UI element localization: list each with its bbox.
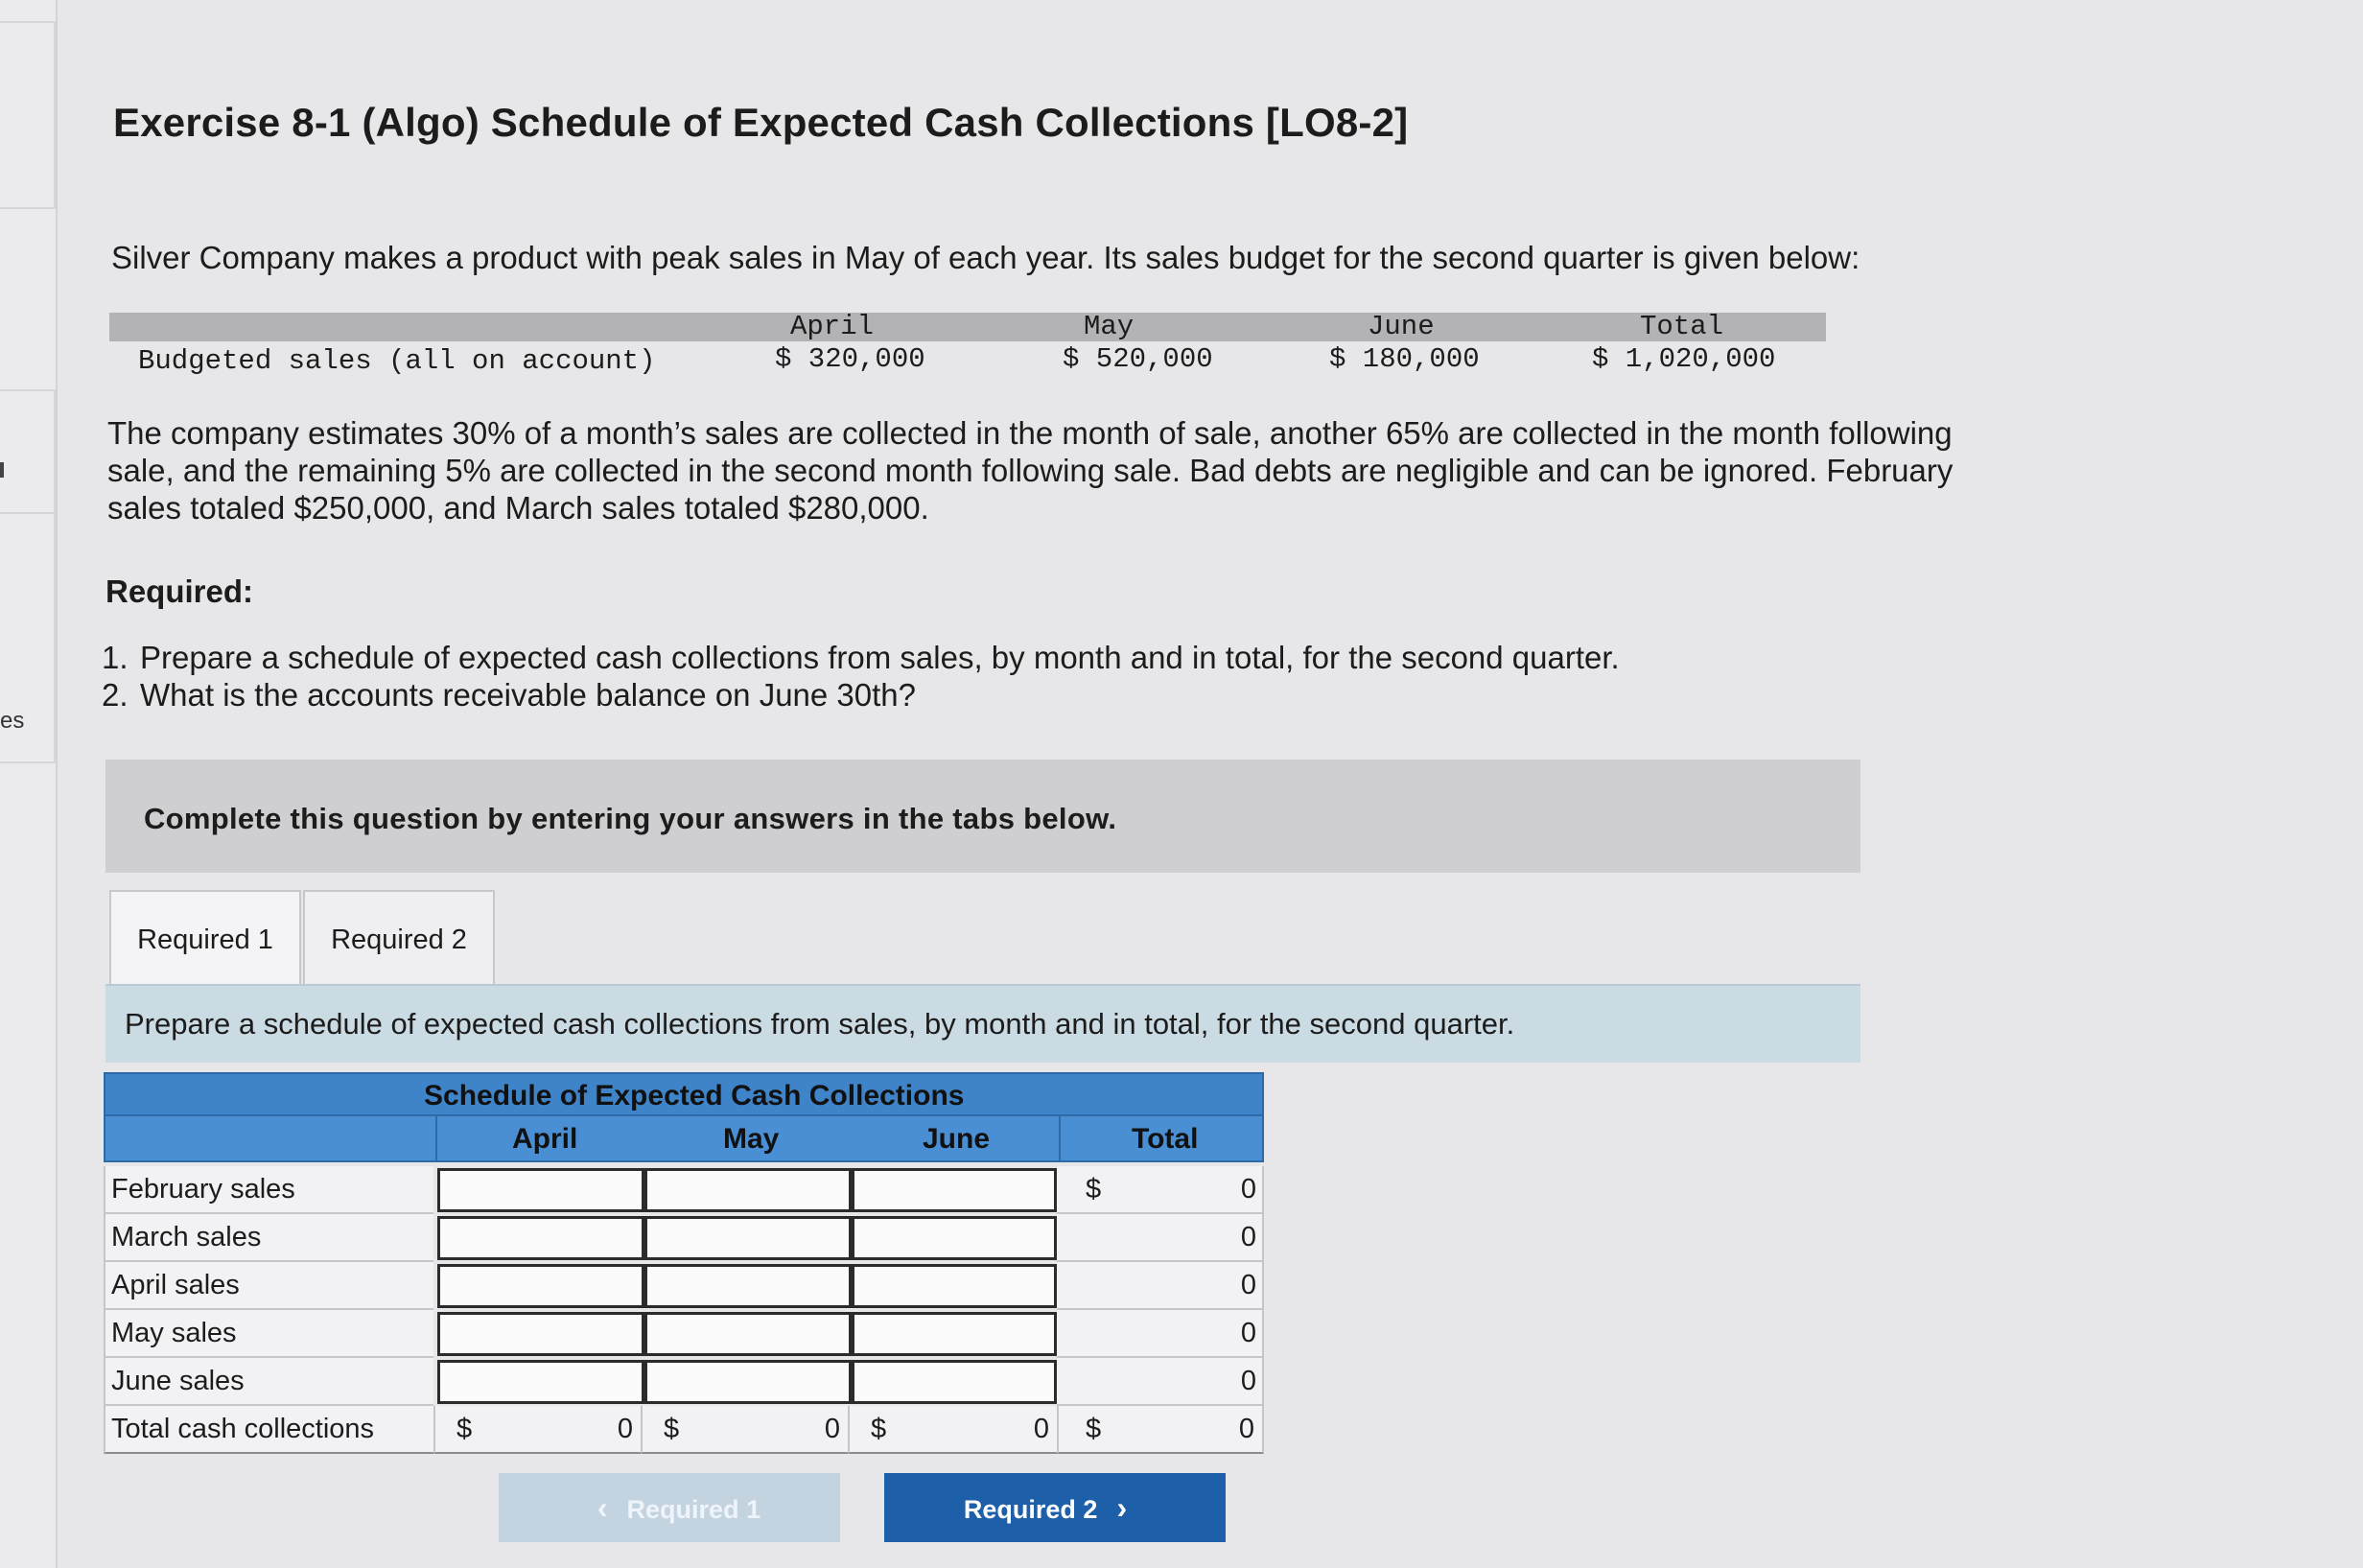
sidebar-panel [0, 21, 56, 209]
chevron-left-icon: ‹ [597, 1490, 608, 1525]
next-button-label: Required 2 [963, 1495, 1098, 1524]
table-row-june: June sales 0 [104, 1358, 1264, 1406]
total-value: 0 [1240, 1270, 1256, 1300]
march-may-input[interactable] [644, 1216, 852, 1260]
april-total: 0 [1057, 1262, 1264, 1310]
budget-total-value: $ 1,020,000 [1592, 343, 1776, 375]
instructions-text: Complete this question by entering your … [144, 802, 1117, 835]
budget-row-label: Budgeted sales (all on account) [138, 345, 656, 377]
sidebar-panel [0, 389, 56, 516]
tab-required-2[interactable]: Required 2 [303, 890, 495, 988]
schedule-title: Schedule of Expected Cash Collections [424, 1080, 965, 1112]
required-item-text: Prepare a schedule of expected cash coll… [140, 640, 1620, 675]
budget-col-may: May [1084, 311, 1135, 342]
budget-june-value: $ 180,000 [1329, 343, 1480, 375]
total-may: $ 0 [641, 1406, 848, 1454]
april-april-input[interactable] [437, 1264, 644, 1308]
total-value: 0 [1238, 1414, 1254, 1444]
previous-button-label: Required 1 [626, 1495, 761, 1524]
may-april-input[interactable] [437, 1312, 644, 1356]
intro-text: Silver Company makes a product with peak… [111, 240, 1860, 275]
collection-description: The company estimates 30% of a month’s s… [107, 415, 1954, 526]
row-label: February sales [104, 1166, 433, 1214]
sidebar-label: es [0, 708, 25, 734]
march-april-input[interactable] [437, 1216, 644, 1260]
budget-col-total: Total [1640, 311, 1724, 342]
currency-symbol: $ [1086, 1174, 1102, 1205]
total-value: 0 [824, 1414, 840, 1444]
total-value: 0 [1033, 1414, 1049, 1444]
tab-required-1[interactable]: Required 1 [109, 890, 301, 990]
table-row-april: April sales 0 [104, 1262, 1264, 1310]
may-may-input[interactable] [644, 1312, 852, 1356]
march-june-input[interactable] [852, 1216, 1057, 1260]
june-april-input[interactable] [437, 1360, 644, 1404]
february-may-input[interactable] [644, 1168, 852, 1212]
required-item-1: 1. Prepare a schedule of expected cash co… [102, 639, 1620, 676]
table-row-february: February sales $ 0 [104, 1166, 1264, 1214]
february-june-input[interactable] [852, 1168, 1057, 1212]
required-heading: Required: [105, 573, 254, 609]
chevron-right-icon: › [1116, 1490, 1128, 1525]
row-label: March sales [104, 1214, 433, 1262]
column-divider [435, 1116, 437, 1160]
total-value: 0 [1240, 1318, 1256, 1348]
april-june-input[interactable] [852, 1264, 1057, 1308]
schedule-title-bar: Schedule of Expected Cash Collections [104, 1072, 1264, 1116]
required-item-text: What is the accounts receivable balance … [140, 677, 917, 713]
required-item-number: 2. [102, 677, 129, 713]
required-item-number: 1. [102, 640, 129, 675]
sales-budget-table: April May June Total Budgeted sales (all… [109, 311, 1826, 377]
budget-header-bar [109, 313, 1826, 341]
row-label: April sales [104, 1262, 433, 1310]
page-title: Exercise 8-1 (Algo) Schedule of Expected… [113, 100, 1409, 145]
may-june-input[interactable] [852, 1312, 1057, 1356]
next-button[interactable]: Required 2 › [884, 1473, 1226, 1542]
june-may-input[interactable] [644, 1360, 852, 1404]
col-header-total: Total [1132, 1123, 1199, 1155]
february-total: $ 0 [1057, 1166, 1264, 1214]
required-item-2: 2. What is the accounts receivable balanc… [102, 676, 1620, 714]
june-total: 0 [1057, 1358, 1264, 1406]
total-value: 0 [1240, 1366, 1256, 1396]
budget-april-value: $ 320,000 [775, 343, 925, 375]
tab-prompt-text: Prepare a schedule of expected cash coll… [125, 1007, 1515, 1041]
budget-col-april: April [790, 311, 875, 342]
budget-may-value: $ 520,000 [1063, 343, 1213, 375]
left-sidebar [0, 0, 58, 1568]
total-value: 0 [1240, 1222, 1256, 1252]
schedule-column-headers: April May June Total [104, 1116, 1264, 1162]
budget-col-june: June [1368, 311, 1435, 342]
may-total: 0 [1057, 1310, 1264, 1358]
february-april-input[interactable] [437, 1168, 644, 1212]
table-row-may: May sales 0 [104, 1310, 1264, 1358]
row-label: May sales [104, 1310, 433, 1358]
cash-collections-schedule: Schedule of Expected Cash Collections Ap… [104, 1072, 1264, 1458]
table-row-total: Total cash collections $ 0 $ 0 $ 0 $ 0 [104, 1406, 1264, 1454]
col-header-may: May [723, 1123, 780, 1155]
col-header-april: April [512, 1123, 578, 1155]
currency-symbol: $ [871, 1414, 887, 1444]
column-divider [1059, 1116, 1061, 1160]
total-value: 0 [1240, 1174, 1256, 1205]
total-value: 0 [617, 1414, 633, 1444]
currency-symbol: $ [1086, 1414, 1102, 1444]
currency-symbol: $ [664, 1414, 680, 1444]
sidebar-caret [0, 462, 4, 478]
june-june-input[interactable] [852, 1360, 1057, 1404]
table-row-march: March sales 0 [104, 1214, 1264, 1262]
instructions-box: Complete this question by entering your … [105, 760, 1860, 873]
total-june: $ 0 [848, 1406, 1057, 1454]
total-april: $ 0 [433, 1406, 641, 1454]
march-total: 0 [1057, 1214, 1264, 1262]
row-label: Total cash collections [104, 1406, 433, 1454]
total-grand: $ 0 [1057, 1406, 1264, 1454]
required-list: 1. Prepare a schedule of expected cash co… [102, 639, 1620, 714]
april-may-input[interactable] [644, 1264, 852, 1308]
row-label: June sales [104, 1358, 433, 1406]
col-header-june: June [923, 1123, 991, 1155]
tab-prompt-bar: Prepare a schedule of expected cash coll… [105, 984, 1860, 1063]
previous-button[interactable]: ‹ Required 1 [499, 1473, 840, 1542]
currency-symbol: $ [456, 1414, 473, 1444]
